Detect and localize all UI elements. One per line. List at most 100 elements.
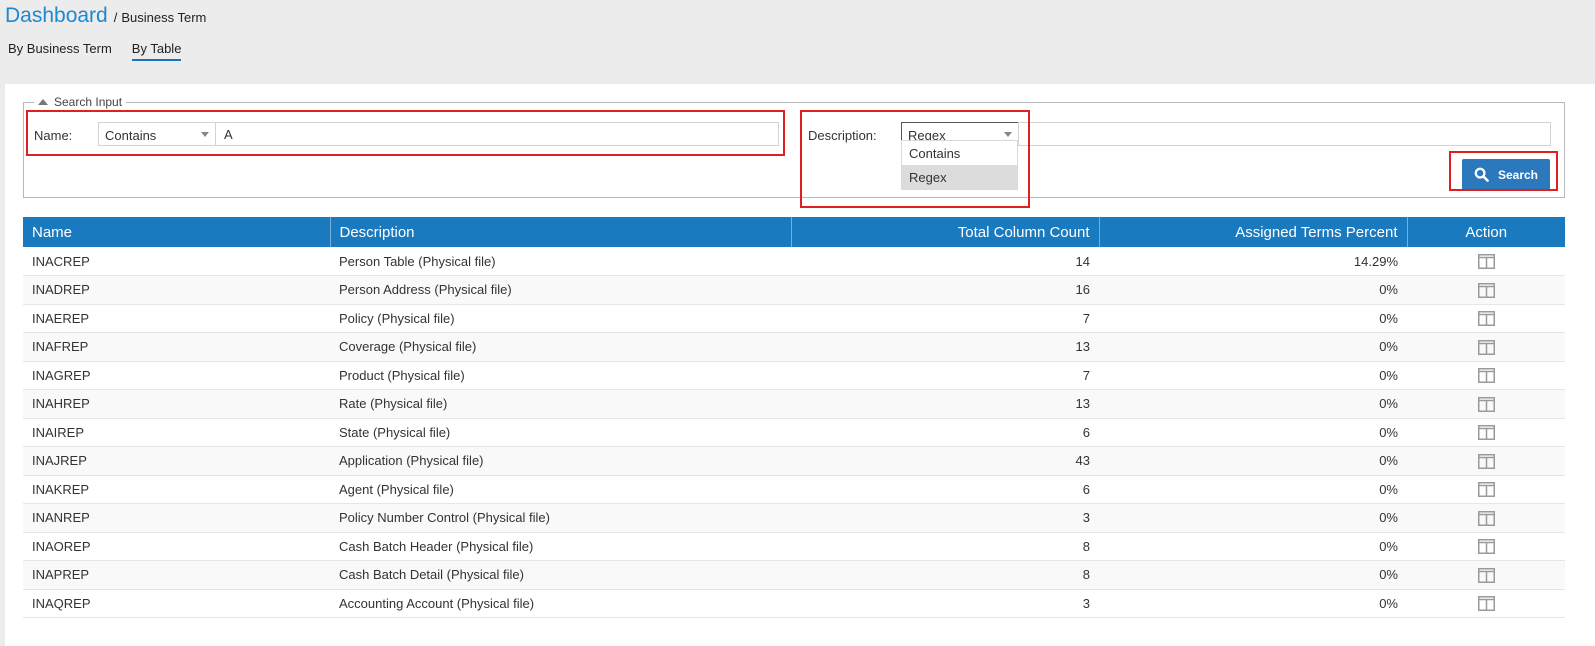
table-row[interactable]: INAGREP Product (Physical file) 7 0% — [23, 361, 1565, 390]
cell-total-column-count: 3 — [791, 589, 1099, 618]
columns-icon[interactable] — [1477, 482, 1495, 498]
chevron-down-icon — [1004, 132, 1012, 137]
cell-action — [1407, 275, 1565, 305]
cell-name: INAGREP — [23, 361, 330, 390]
cell-assigned-terms-percent: 0% — [1099, 475, 1407, 504]
name-search-input[interactable] — [215, 122, 779, 146]
description-search-input[interactable] — [1018, 122, 1551, 146]
cell-description: Coverage (Physical file) — [330, 332, 791, 362]
columns-icon[interactable] — [1477, 425, 1495, 441]
breadcrumb-current: Business Term — [121, 10, 207, 25]
cell-name: INACREP — [23, 247, 330, 276]
cell-assigned-terms-percent: 0% — [1099, 332, 1407, 362]
cell-assigned-terms-percent: 0% — [1099, 389, 1407, 419]
column-header-assigned-terms-percent[interactable]: Assigned Terms Percent — [1099, 217, 1408, 247]
table-row[interactable]: INAHREP Rate (Physical file) 13 0% — [23, 389, 1565, 419]
cell-assigned-terms-percent: 0% — [1099, 275, 1407, 305]
cell-description: State (Physical file) — [330, 418, 791, 447]
columns-icon[interactable] — [1477, 567, 1495, 583]
columns-icon[interactable] — [1477, 311, 1495, 327]
cell-name: INAQREP — [23, 589, 330, 618]
columns-icon[interactable] — [1477, 596, 1495, 612]
dropdown-option-contains[interactable]: Contains — [902, 141, 1017, 165]
cell-action — [1407, 532, 1565, 561]
table-row[interactable]: INAPREP Cash Batch Detail (Physical file)… — [23, 560, 1565, 590]
table-row[interactable]: INAQREP Accounting Account (Physical file… — [23, 589, 1565, 618]
cell-total-column-count: 6 — [791, 475, 1099, 504]
cell-total-column-count: 7 — [791, 361, 1099, 390]
page-header: Dashboard / Business Term By Business Te… — [0, 0, 1595, 84]
cell-assigned-terms-percent: 0% — [1099, 503, 1407, 533]
column-header-total-column-count[interactable]: Total Column Count — [791, 217, 1100, 247]
cell-name: INAHREP — [23, 389, 330, 419]
cell-assigned-terms-percent: 0% — [1099, 589, 1407, 618]
name-label: Name: — [34, 128, 73, 143]
search-input-legend-label: Search Input — [54, 95, 123, 109]
search-input-panel: Search Input Name: Contains Description:… — [23, 95, 1565, 198]
cell-action — [1407, 332, 1565, 362]
cell-name: INAKREP — [23, 475, 330, 504]
cell-assigned-terms-percent: 14.29% — [1099, 247, 1407, 276]
cell-description: Application (Physical file) — [330, 446, 791, 476]
columns-icon[interactable] — [1477, 453, 1495, 469]
triangle-up-icon[interactable] — [38, 99, 48, 105]
cell-name: INANREP — [23, 503, 330, 533]
cell-name: INAJREP — [23, 446, 330, 476]
magnifier-icon — [1474, 167, 1489, 182]
columns-icon[interactable] — [1477, 539, 1495, 555]
cell-description: Rate (Physical file) — [330, 389, 791, 419]
tab-by-table[interactable]: By Table — [131, 41, 182, 61]
table-row[interactable]: INACREP Person Table (Physical file) 14 14.… — [23, 247, 1565, 276]
table-header: Name Description Total Column Count Assi… — [23, 217, 1565, 247]
cell-description: Cash Batch Detail (Physical file) — [330, 560, 791, 590]
name-mode-select[interactable]: Contains — [98, 122, 216, 146]
cell-description: Product (Physical file) — [330, 361, 791, 390]
cell-assigned-terms-percent: 0% — [1099, 418, 1407, 447]
view-tabs: By Business Term By Table — [8, 41, 201, 61]
search-input-legend[interactable]: Search Input — [34, 95, 127, 109]
cell-action — [1407, 560, 1565, 590]
results-table: Name Description Total Column Count Assi… — [23, 217, 1565, 618]
cell-action — [1407, 503, 1565, 533]
cell-description: Cash Batch Header (Physical file) — [330, 532, 791, 561]
cell-total-column-count: 13 — [791, 389, 1099, 419]
cell-action — [1407, 247, 1565, 276]
search-button[interactable]: Search — [1462, 159, 1550, 190]
columns-icon[interactable] — [1477, 510, 1495, 526]
cell-name: INAEREP — [23, 304, 330, 333]
table-row[interactable]: INAEREP Policy (Physical file) 7 0% — [23, 304, 1565, 333]
breadcrumb-dashboard-link[interactable]: Dashboard — [5, 4, 108, 28]
search-button-label: Search — [1497, 167, 1539, 182]
name-mode-value: Contains — [105, 128, 157, 143]
column-header-description[interactable]: Description — [330, 217, 792, 247]
cell-name: INAFREP — [23, 332, 330, 362]
table-row[interactable]: INADREP Person Address (Physical file) 16 0… — [23, 275, 1565, 305]
table-row[interactable]: INAKREP Agent (Physical file) 6 0% — [23, 475, 1565, 504]
table-row[interactable]: INAIREP State (Physical file) 6 0% — [23, 418, 1565, 447]
tab-by-business-term[interactable]: By Business Term — [8, 41, 112, 61]
column-header-action: Action — [1407, 217, 1565, 247]
description-label: Description: — [808, 128, 877, 143]
columns-icon[interactable] — [1477, 368, 1495, 384]
columns-icon[interactable] — [1477, 282, 1495, 298]
cell-total-column-count: 43 — [791, 446, 1099, 476]
chevron-down-icon — [201, 132, 209, 137]
table-row[interactable]: INANREP Policy Number Control (Physical f… — [23, 503, 1565, 533]
columns-icon[interactable] — [1477, 254, 1495, 270]
cell-name: INAIREP — [23, 418, 330, 447]
columns-icon[interactable] — [1477, 396, 1495, 412]
cell-action — [1407, 418, 1565, 447]
cell-description: Accounting Account (Physical file) — [330, 589, 791, 618]
cell-action — [1407, 589, 1565, 618]
description-mode-dropdown: Contains Regex — [901, 140, 1018, 190]
dropdown-option-regex[interactable]: Regex — [902, 165, 1017, 189]
cell-total-column-count: 14 — [791, 247, 1099, 276]
cell-total-column-count: 6 — [791, 418, 1099, 447]
cell-description: Policy Number Control (Physical file) — [330, 503, 791, 533]
table-row[interactable]: INAJREP Application (Physical file) 43 0% — [23, 446, 1565, 476]
column-header-name[interactable]: Name — [23, 217, 331, 247]
table-row[interactable]: INAFREP Coverage (Physical file) 13 0% — [23, 332, 1565, 362]
columns-icon[interactable] — [1477, 339, 1495, 355]
table-row[interactable]: INAOREP Cash Batch Header (Physical file)… — [23, 532, 1565, 561]
cell-total-column-count: 7 — [791, 304, 1099, 333]
